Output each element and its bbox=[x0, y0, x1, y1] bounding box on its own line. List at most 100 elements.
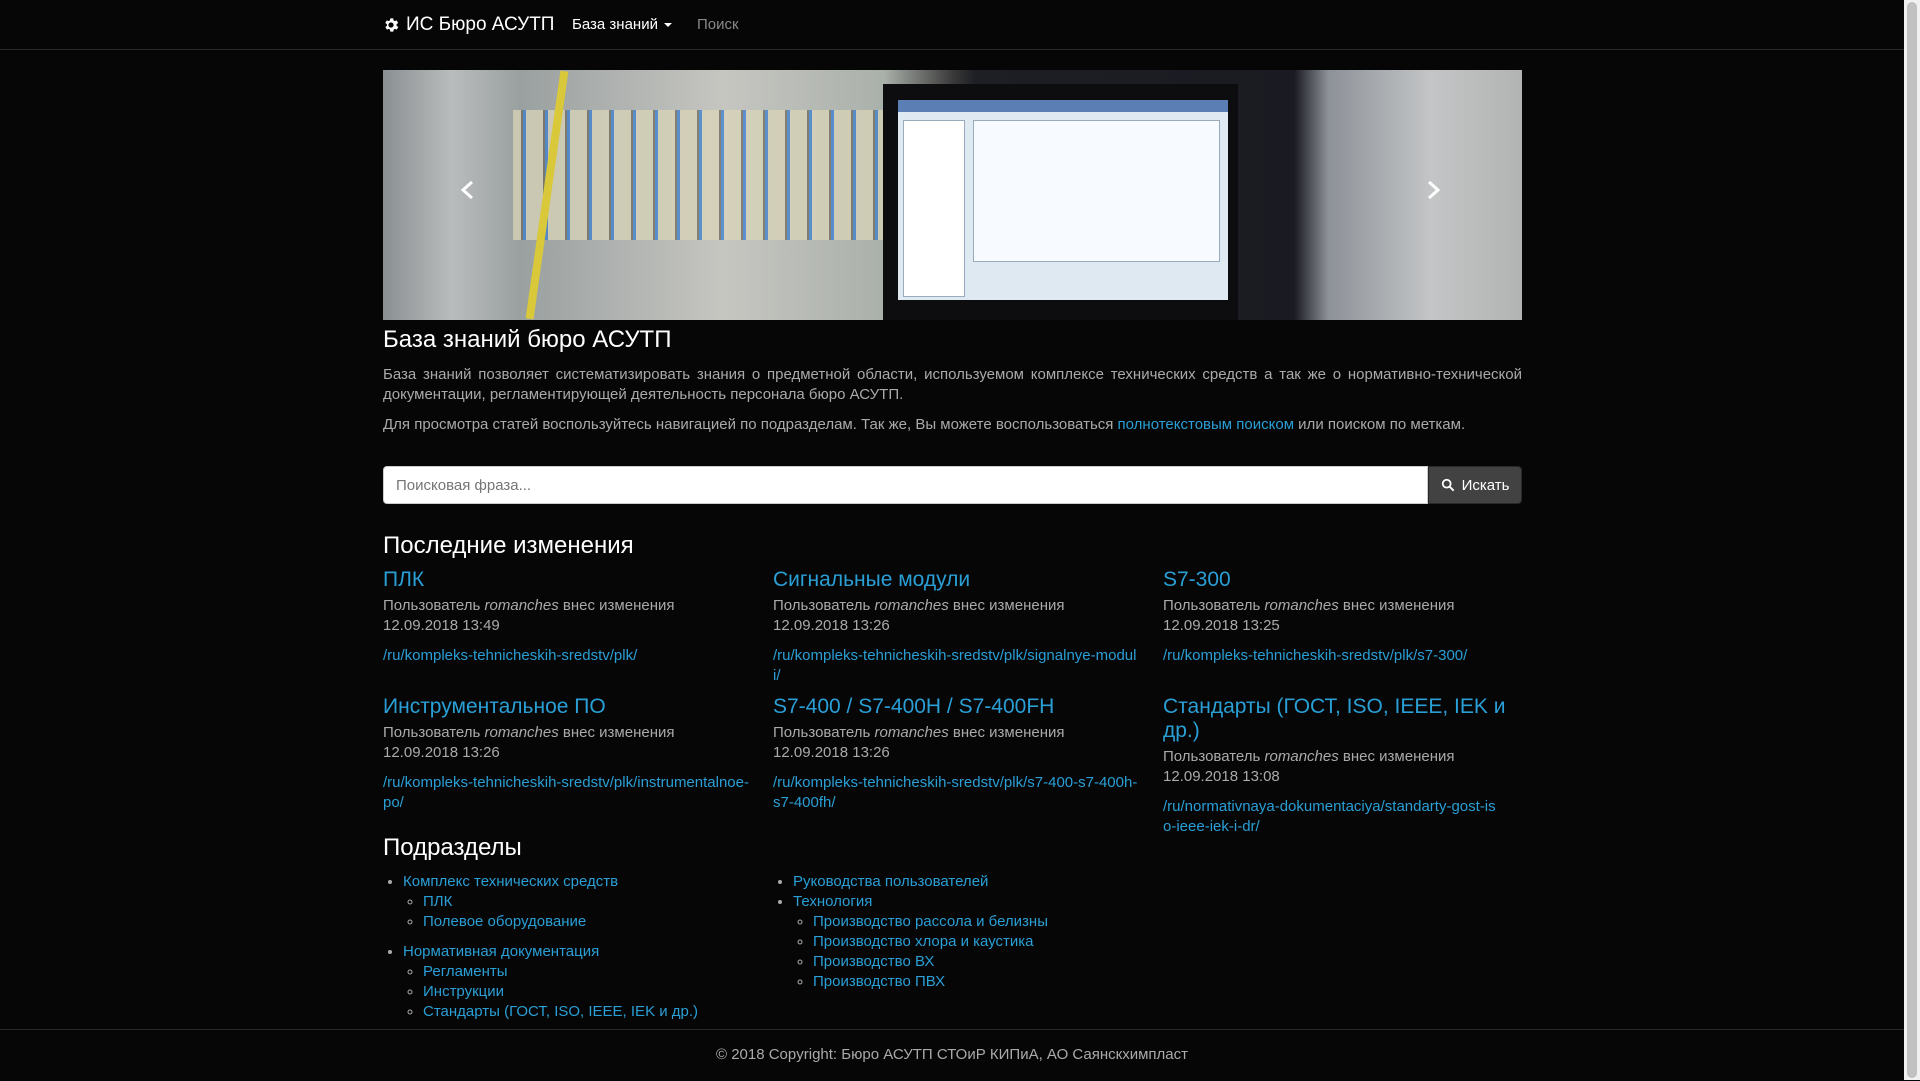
subsection-list: Производство рассола и белизны Производс… bbox=[793, 912, 1163, 992]
change-user: romanches bbox=[874, 724, 949, 741]
change-title-link[interactable]: S7-400 / S7-400H / S7-400FH bbox=[773, 695, 1054, 718]
change-title-link[interactable]: S7-300 bbox=[1163, 568, 1231, 591]
change-user: romanches bbox=[1264, 597, 1339, 614]
subsection-item: ПЛК bbox=[423, 892, 773, 912]
section-link[interactable]: Нормативная документация bbox=[403, 943, 599, 960]
screen-titlebar bbox=[898, 100, 1228, 112]
change-title-link[interactable]: Сигнальные модули bbox=[773, 568, 970, 591]
change-title-link[interactable]: Стандарты (ГОСТ, ISO, IEEE, IEK и др.) bbox=[1163, 695, 1505, 742]
subsection-link[interactable]: Инструкции bbox=[423, 983, 504, 1000]
change-meta: Пользователь romanches внес изменения 12… bbox=[773, 723, 1143, 763]
subsection-link[interactable]: Регламенты bbox=[423, 963, 508, 980]
subsection-link[interactable]: Стандарты (ГОСТ, ISO, IEEE, IEK и др.) bbox=[423, 1003, 698, 1020]
section-link[interactable]: Комплекс технических средств bbox=[403, 873, 618, 890]
subsection-link[interactable]: Полевое оборудование bbox=[423, 913, 586, 930]
subsection-link[interactable]: ПЛК bbox=[423, 893, 452, 910]
recent-changes-heading: Последние изменения bbox=[383, 532, 634, 559]
carousel-indicator-3[interactable] bbox=[955, 273, 963, 281]
page-scrollbar[interactable] bbox=[1904, 0, 1920, 1080]
subsection-item: Стандарты (ГОСТ, ISO, IEEE, IEK и др.) bbox=[423, 1002, 773, 1022]
section-link[interactable]: Руководства пользователей bbox=[793, 873, 988, 890]
change-meta: Пользователь romanches внес изменения 12… bbox=[1163, 747, 1502, 787]
change-path-link[interactable]: /ru/kompleks-tehnicheskih-sredstv/plk/ bbox=[383, 646, 753, 666]
meta-suffix: внес изменения bbox=[1342, 748, 1455, 765]
brand-link[interactable]: ИС Бюро АСУТП bbox=[382, 14, 554, 36]
meta-suffix: внес изменения bbox=[1342, 597, 1455, 614]
subsection-link[interactable]: Производство ПВХ bbox=[813, 973, 945, 990]
carousel-image-screen bbox=[898, 100, 1228, 300]
change-user: romanches bbox=[484, 597, 559, 614]
sections-heading: Подразделы bbox=[383, 834, 522, 861]
subsection-item: Производство ПВХ bbox=[813, 972, 1163, 992]
change-title-link[interactable]: ПЛК bbox=[383, 568, 424, 591]
meta-suffix: внес изменения bbox=[952, 597, 1065, 614]
fulltext-search-link[interactable]: полнотекстовым поиском bbox=[1118, 416, 1294, 433]
meta-suffix: внес изменения bbox=[952, 724, 1065, 741]
section-item: Комплекс технических средств ПЛК Полевое… bbox=[403, 872, 773, 932]
nav-search-link[interactable]: Поиск bbox=[697, 16, 739, 33]
change-path-link[interactable]: /ru/kompleks-tehnicheskih-sredstv/plk/si… bbox=[773, 646, 1143, 686]
change-meta: Пользователь romanches внес изменения 12… bbox=[383, 596, 753, 636]
change-card: Инструментальное ПО Пользователь romanch… bbox=[383, 695, 773, 822]
meta-suffix: внес изменения bbox=[562, 597, 675, 614]
subsection-item: Инструкции bbox=[423, 982, 773, 1002]
change-card: Стандарты (ГОСТ, ISO, IEEE, IEK и др.) П… bbox=[1163, 695, 1522, 835]
search-icon bbox=[1441, 478, 1454, 492]
sections-list-col1: Комплекс технических средств ПЛК Полевое… bbox=[383, 872, 773, 1022]
carousel-indicator-2[interactable] bbox=[940, 272, 951, 283]
section-link[interactable]: Технология bbox=[793, 893, 872, 910]
search-button[interactable]: Искать bbox=[1428, 466, 1522, 504]
change-date: 12.09.2018 13:26 bbox=[383, 744, 500, 761]
section-item: Руководства пользователей bbox=[793, 872, 1163, 892]
recent-changes-grid: ПЛК Пользователь romanches внес изменени… bbox=[383, 568, 1522, 835]
nav-knowledge-base-dropdown[interactable]: База знаний bbox=[572, 16, 672, 33]
scrollbar-thumb[interactable] bbox=[1907, 2, 1917, 1078]
meta-prefix: Пользователь bbox=[773, 597, 871, 614]
search-input[interactable] bbox=[383, 466, 1428, 504]
change-date: 12.09.2018 13:25 bbox=[1163, 617, 1280, 634]
subsection-item: Регламенты bbox=[423, 962, 773, 982]
change-path-link[interactable]: /ru/kompleks-tehnicheskih-sredstv/plk/s7… bbox=[773, 773, 1143, 813]
change-meta: Пользователь romanches внес изменения 12… bbox=[773, 596, 1143, 636]
change-user: romanches bbox=[1264, 748, 1339, 765]
meta-prefix: Пользователь bbox=[773, 724, 871, 741]
footer-copyright: © 2018 Copyright: Бюро АСУТП СТОиР КИПиА… bbox=[715, 1046, 1189, 1063]
change-user: romanches bbox=[874, 597, 949, 614]
change-meta: Пользователь romanches внес изменения 12… bbox=[1163, 596, 1502, 636]
intro-navigation-paragraph: Для просмотра статей воспользуйтесь нави… bbox=[383, 415, 1522, 435]
carousel-indicators bbox=[928, 272, 963, 283]
subsection-item: Производство хлора и каустика bbox=[813, 932, 1163, 952]
change-title-link[interactable]: Инструментальное ПО bbox=[383, 695, 606, 718]
caret-down-icon bbox=[663, 22, 672, 27]
subsection-item: Производство ВХ bbox=[813, 952, 1163, 972]
intro-text-after: или поиском по меткам. bbox=[1294, 416, 1466, 433]
carousel-indicator-1[interactable] bbox=[928, 273, 936, 281]
intro-paragraph: База знаний позволяет систематизировать … bbox=[383, 366, 1522, 403]
change-card: ПЛК Пользователь romanches внес изменени… bbox=[383, 568, 773, 695]
change-date: 12.09.2018 13:08 bbox=[1163, 768, 1280, 785]
change-meta: Пользователь romanches внес изменения 12… bbox=[383, 723, 753, 763]
change-card: Сигнальные модули Пользователь romanches… bbox=[773, 568, 1163, 695]
meta-prefix: Пользователь bbox=[1163, 748, 1261, 765]
carousel-next-icon[interactable] bbox=[1423, 180, 1443, 200]
subsection-link[interactable]: Производство рассола и белизны bbox=[813, 913, 1048, 930]
nav-knowledge-base-label: База знаний bbox=[572, 16, 658, 33]
search-button-label: Искать bbox=[1461, 476, 1510, 494]
screen-work-area bbox=[973, 120, 1220, 262]
change-path-link[interactable]: /ru/kompleks-tehnicheskih-sredstv/plk/s7… bbox=[1163, 646, 1502, 666]
change-date: 12.09.2018 13:26 bbox=[773, 617, 890, 634]
change-date: 12.09.2018 13:26 bbox=[773, 744, 890, 761]
screen-tree-pane bbox=[903, 120, 965, 297]
change-path-link[interactable]: /ru/kompleks-tehnicheskih-sredstv/plk/in… bbox=[383, 773, 753, 813]
change-user: romanches bbox=[484, 724, 559, 741]
change-card: S7-400 / S7-400H / S7-400FH Пользователь… bbox=[773, 695, 1163, 822]
change-path-link[interactable]: /ru/normativnaya-dokumentaciya/standarty… bbox=[1163, 797, 1502, 837]
subsection-link[interactable]: Производство ВХ bbox=[813, 953, 934, 970]
gear-icon bbox=[385, 18, 399, 32]
change-card: S7-300 Пользователь romanches внес измен… bbox=[1163, 568, 1522, 695]
subsection-item: Полевое оборудование bbox=[423, 912, 773, 932]
brand-label: ИС Бюро АСУТП bbox=[406, 14, 555, 35]
section-item: Нормативная документация Регламенты Инст… bbox=[403, 942, 773, 1022]
subsection-link[interactable]: Производство хлора и каустика bbox=[813, 933, 1034, 950]
carousel-prev-icon[interactable] bbox=[458, 180, 478, 200]
